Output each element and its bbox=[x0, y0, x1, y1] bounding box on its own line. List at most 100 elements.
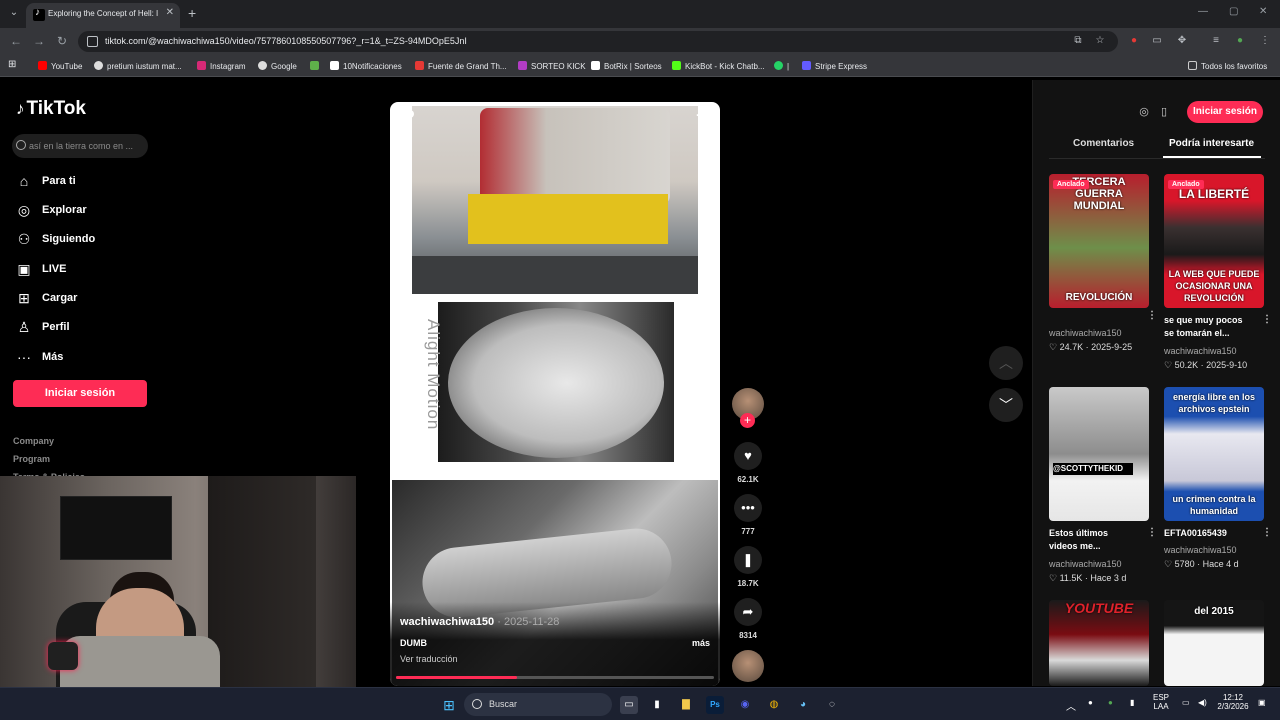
bookmark-x-notificaciones[interactable]: 10Notificaciones bbox=[330, 61, 402, 71]
footer-program[interactable]: Program bbox=[13, 454, 50, 464]
video-thumbnail[interactable]: YOUTUBE bbox=[1049, 600, 1149, 686]
reload-icon[interactable]: ↻ bbox=[57, 34, 67, 48]
video-thumbnail[interactable]: del 2015 bbox=[1164, 600, 1264, 686]
nav-cargar[interactable]: ⊞ Cargar bbox=[16, 289, 146, 309]
steam-icon[interactable]: ◕ bbox=[794, 696, 812, 714]
tab-comments[interactable]: Comentarios bbox=[1073, 138, 1134, 149]
video-progress-bar[interactable] bbox=[396, 676, 714, 679]
card-author[interactable]: wachiwachiwa150 bbox=[1049, 559, 1122, 569]
tray-app-icon[interactable]: ● bbox=[1088, 698, 1093, 707]
network-icon[interactable]: ▭ bbox=[1182, 698, 1190, 707]
card-description[interactable]: EFTA00165439 bbox=[1164, 527, 1252, 540]
coins-icon[interactable]: ◎ bbox=[1137, 105, 1151, 119]
app-icon-2[interactable]: ◌ bbox=[823, 696, 841, 714]
login-button[interactable]: Iniciar sesión bbox=[13, 380, 147, 407]
bookmark-youtube[interactable]: YouTube bbox=[38, 61, 82, 71]
tray-language[interactable]: ESP LAA bbox=[1152, 693, 1170, 711]
share-button[interactable]: ➦ 8314 bbox=[730, 598, 766, 648]
tray-mic-icon[interactable]: ▮ bbox=[1130, 698, 1134, 707]
apps-grid-icon[interactable]: ⊞ bbox=[8, 59, 16, 70]
comment-button[interactable]: ••• 777 bbox=[730, 494, 766, 544]
browser-tab[interactable]: Exploring the Concept of Hell: I ✕ bbox=[26, 3, 180, 28]
extension-record-icon[interactable]: ● bbox=[1128, 35, 1140, 47]
music-disc-avatar[interactable] bbox=[732, 650, 764, 682]
related-video-card[interactable]: @SCOTTYTHEKID Estos últimos videos me...… bbox=[1049, 387, 1157, 583]
bookmark-instagram[interactable]: Instagram bbox=[197, 61, 246, 71]
minimize-icon[interactable]: — bbox=[1198, 6, 1208, 17]
maximize-icon[interactable]: ▢ bbox=[1229, 6, 1238, 17]
card-more-icon[interactable]: ⋮ bbox=[1262, 314, 1272, 325]
follow-plus-icon[interactable]: + bbox=[740, 413, 755, 428]
back-icon[interactable]: ← bbox=[10, 34, 22, 48]
taskbar-search[interactable]: Buscar bbox=[464, 693, 612, 716]
profile-avatar-icon[interactable]: ● bbox=[1234, 35, 1246, 47]
media-control-icon[interactable]: ≡ bbox=[1210, 35, 1222, 47]
card-more-icon[interactable]: ⋮ bbox=[1147, 310, 1157, 321]
previous-video-chevron-up-icon[interactable]: ︿ bbox=[989, 346, 1023, 380]
tab-related[interactable]: Podría interesarte bbox=[1169, 138, 1254, 149]
next-video-chevron-down-icon[interactable]: ﹀ bbox=[989, 388, 1023, 422]
cast-icon[interactable]: ⧉ bbox=[1072, 35, 1084, 47]
video-more-options-icon[interactable]: ··· bbox=[696, 108, 708, 122]
windows-start-icon[interactable]: ⊞ bbox=[440, 696, 458, 714]
card-more-icon[interactable]: ⋮ bbox=[1147, 527, 1157, 538]
notifications-icon[interactable]: ▣ bbox=[1258, 698, 1266, 707]
card-description[interactable]: Estos últimos videos me... bbox=[1049, 527, 1137, 553]
video-author[interactable]: wachiwachiwa150 · 2025-11-28 bbox=[400, 616, 559, 628]
tab-close-icon[interactable]: ✕ bbox=[166, 7, 174, 18]
nav-live[interactable]: ▣ LIVE bbox=[16, 260, 146, 280]
video-player[interactable]: Alight Motion wachiwachiwa150 · 2025-11-… bbox=[390, 102, 720, 686]
nav-siguiendo[interactable]: ⚇ Siguiendo bbox=[16, 230, 146, 250]
bookmark-gta[interactable]: Fuente de Grand Th... bbox=[415, 61, 507, 71]
tray-chevron-up-icon[interactable]: ︿ bbox=[1066, 698, 1076, 713]
translate-link[interactable]: Ver traducción bbox=[400, 654, 458, 664]
card-author[interactable]: wachiwachiwa150 bbox=[1164, 346, 1237, 356]
tray-app-icon-2[interactable]: ● bbox=[1108, 698, 1113, 707]
tray-clock[interactable]: 12:12 2/3/2026 bbox=[1216, 693, 1250, 711]
nav-para-ti[interactable]: ⌂ Para ti bbox=[16, 172, 146, 192]
forward-icon[interactable]: → bbox=[33, 34, 45, 48]
all-bookmarks-folder[interactable]: Todos los favoritos bbox=[1188, 61, 1267, 71]
chrome-menu-icon[interactable]: ⋮ bbox=[1259, 35, 1271, 47]
window-close-icon[interactable]: ✕ bbox=[1259, 6, 1267, 17]
app-icon[interactable]: ▮ bbox=[648, 696, 666, 714]
new-tab-icon[interactable]: + bbox=[188, 5, 196, 21]
search-input[interactable]: así en la tierra como en ... bbox=[12, 134, 148, 158]
save-button[interactable]: ❚ 18.7K bbox=[730, 546, 766, 596]
bookmark-star-icon[interactable]: ☆ bbox=[1094, 35, 1106, 47]
related-video-card[interactable]: del 2015 bbox=[1164, 600, 1264, 686]
address-url[interactable]: tiktok.com/@wachiwachiwa150/video/757786… bbox=[105, 36, 467, 46]
extensions-puzzle-icon[interactable]: ✥ bbox=[1176, 35, 1188, 47]
bookmark-kickbot[interactable]: KickBot - Kick Chatb... bbox=[672, 61, 765, 71]
bookmark-pretium[interactable]: pretium iustum mat... bbox=[94, 61, 182, 71]
card-more-icon[interactable]: ⋮ bbox=[1262, 527, 1272, 538]
related-video-card[interactable]: energía libre en los archivos epstein un… bbox=[1164, 387, 1272, 569]
bookmark-google[interactable]: Google bbox=[258, 61, 297, 71]
tab-search-icon[interactable]: ⌄ bbox=[6, 5, 22, 21]
card-author[interactable]: wachiwachiwa150 bbox=[1164, 545, 1237, 555]
related-video-card[interactable]: LA LIBERTÉ Anclado LA WEB QUE PUEDE OCAS… bbox=[1164, 174, 1272, 370]
tiktok-logo[interactable]: ♪ TikTok bbox=[16, 98, 86, 120]
nav-explorar[interactable]: ◎ Explorar bbox=[16, 201, 146, 221]
address-bar[interactable]: tiktok.com/@wachiwachiwa150/video/757786… bbox=[78, 31, 1118, 52]
volume-icon[interactable]: ◀) bbox=[1198, 698, 1207, 707]
bookmark-leaf[interactable] bbox=[310, 61, 323, 71]
bookmark-stripe[interactable]: Stripe Express bbox=[802, 61, 867, 71]
bookmark-sorteo-kick[interactable]: SORTEO KICK bbox=[518, 61, 586, 71]
bookmark-whatsapp[interactable]: | bbox=[774, 61, 789, 71]
device-icon[interactable]: ▯ bbox=[1157, 105, 1171, 119]
task-view-icon[interactable]: ▭ bbox=[620, 696, 638, 714]
card-description[interactable]: se que muy pocos se tomarán el... bbox=[1164, 314, 1252, 340]
discord-icon[interactable]: ◉ bbox=[736, 696, 754, 714]
chrome-icon[interactable]: ◍ bbox=[765, 696, 783, 714]
bookmark-botrix[interactable]: BotRix | Sorteos bbox=[591, 61, 662, 71]
video-thumbnail[interactable]: energía libre en los archivos epstein un… bbox=[1164, 387, 1264, 521]
like-button[interactable]: ♥ 62.1K bbox=[730, 442, 766, 492]
related-video-card[interactable]: TERCERA GUERRA MUNDIAL Anclado REVOLUCIÓ… bbox=[1049, 174, 1157, 352]
volume-icon[interactable] bbox=[406, 110, 414, 118]
nav-perfil[interactable]: ♙ Perfil bbox=[16, 318, 146, 338]
caption-more-link[interactable]: más bbox=[692, 638, 710, 648]
card-author[interactable]: wachiwachiwa150 bbox=[1049, 328, 1122, 338]
video-thumbnail[interactable]: TERCERA GUERRA MUNDIAL Anclado REVOLUCIÓ… bbox=[1049, 174, 1149, 308]
photoshop-icon[interactable]: Ps bbox=[706, 696, 724, 714]
